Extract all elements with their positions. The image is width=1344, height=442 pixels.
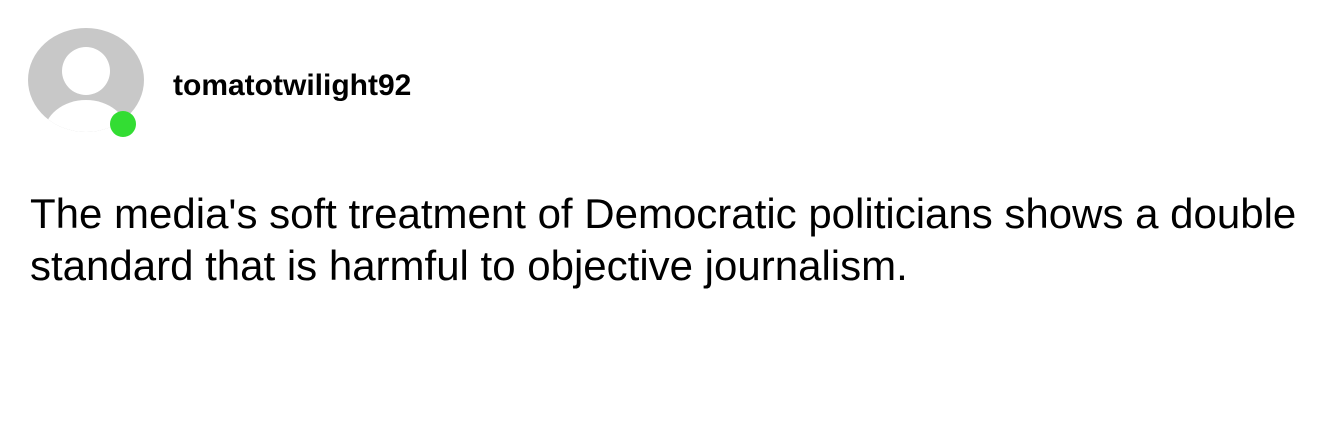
- author-avatar-container[interactable]: [28, 28, 146, 140]
- author-username[interactable]: tomatotwilight92: [173, 68, 411, 104]
- post-card: tomatotwilight92 The media's soft treatm…: [0, 0, 1344, 442]
- avatar-head: [62, 47, 110, 95]
- post-body-text: The media's soft treatment of Democratic…: [30, 190, 1297, 289]
- online-status-indicator: [110, 111, 136, 137]
